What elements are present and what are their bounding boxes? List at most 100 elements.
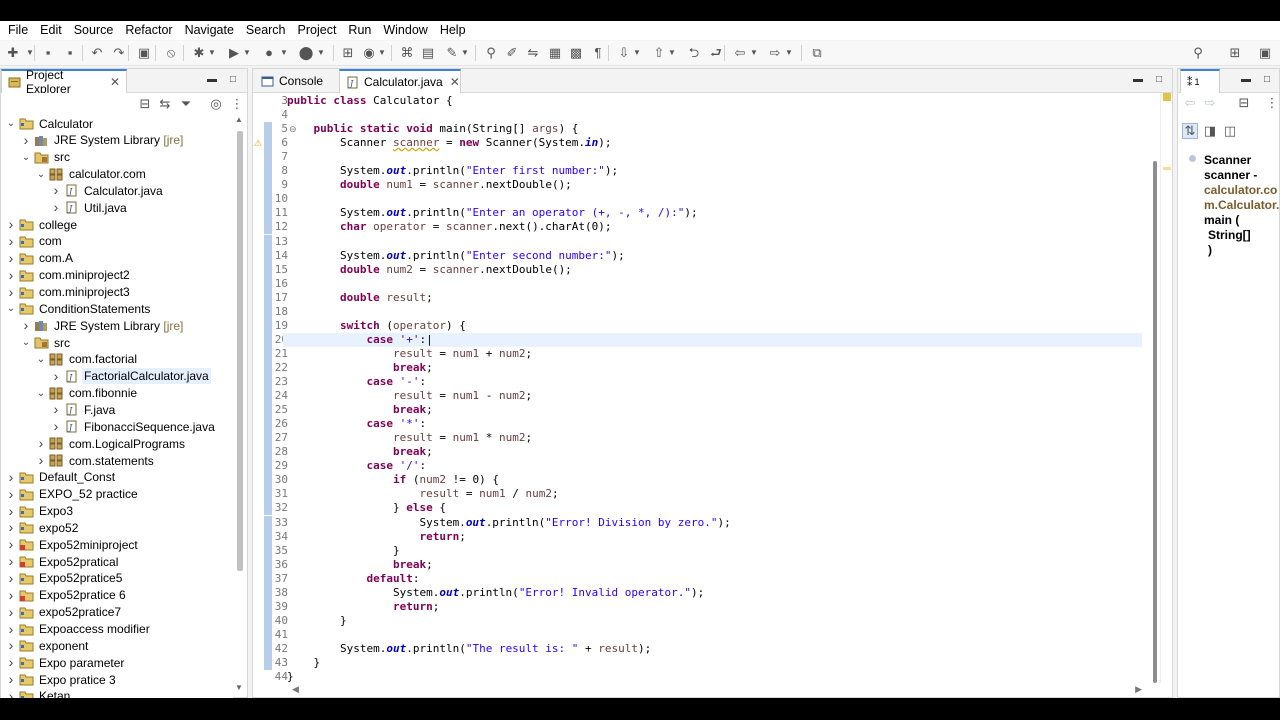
- code-line[interactable]: case '-':: [287, 375, 426, 389]
- editor-vertical-scrollbar[interactable]: [1153, 161, 1157, 683]
- code-line[interactable]: }: [287, 614, 347, 628]
- code-text[interactable]: public class Calculator { public static …: [283, 93, 1142, 683]
- code-line[interactable]: return;: [287, 600, 439, 614]
- chevron-right-icon[interactable]: ›: [20, 132, 32, 149]
- chevron-right-icon[interactable]: ›: [5, 519, 17, 536]
- chevron-down-icon[interactable]: ⌄: [20, 149, 32, 166]
- warning-icon[interactable]: ⚠: [254, 136, 262, 150]
- tree-item[interactable]: › J FactorialCalculator.java: [1, 368, 233, 385]
- open-type-icon[interactable]: ⌘: [399, 45, 415, 61]
- scroll-right-icon[interactable]: ▶: [1135, 684, 1142, 695]
- toggle-mark-icon[interactable]: ▩: [568, 45, 584, 61]
- tree-item[interactable]: › exponent: [1, 637, 233, 654]
- tree-item[interactable]: › expo52pratice7: [1, 604, 233, 621]
- code-line[interactable]: System.out.println("Error! Invalid opera…: [287, 586, 704, 600]
- tree-item[interactable]: › Expo52pratice5: [1, 570, 233, 587]
- tab-project-explorer[interactable]: Project Explorer ✕: [1, 68, 127, 96]
- search-icon[interactable]: ⚲: [1190, 45, 1206, 61]
- new-icon[interactable]: ✚: [5, 45, 21, 61]
- code-line[interactable]: return;: [287, 530, 465, 544]
- tree-item[interactable]: ⌄ com.factorial: [1, 351, 233, 368]
- tab-console[interactable]: Console: [255, 69, 335, 93]
- tree-item[interactable]: › college: [1, 216, 233, 233]
- code-line[interactable]: System.out.println("Enter first number:"…: [287, 164, 618, 178]
- close-icon[interactable]: ✕: [110, 75, 120, 89]
- tree-item[interactable]: › Expo52pratice 6: [1, 587, 233, 604]
- view-menu-icon[interactable]: ⋮: [1264, 95, 1280, 111]
- tree-item[interactable]: › JRE System Library [jre]: [1, 317, 233, 334]
- tree-item[interactable]: › J Calculator.java: [1, 182, 233, 199]
- menu-edit[interactable]: Edit: [34, 21, 68, 40]
- hide-fields-icon[interactable]: ◨: [1202, 123, 1218, 139]
- code-line[interactable]: char operator = scanner.next().charAt(0)…: [287, 220, 612, 234]
- chevron-down-icon[interactable]: ▼: [461, 48, 469, 58]
- highlight-icon[interactable]: ✐: [504, 45, 520, 61]
- tree-item[interactable]: › Expoaccess modifier: [1, 621, 233, 638]
- chevron-right-icon[interactable]: ›: [5, 553, 17, 570]
- code-line[interactable]: System.out.println("Error! Division by z…: [287, 516, 730, 530]
- block-selection-icon[interactable]: ⇋: [525, 45, 541, 61]
- tree-item[interactable]: › JRE System Library [jre]: [1, 132, 233, 149]
- chevron-right-icon[interactable]: ›: [5, 621, 17, 638]
- chevron-right-icon[interactable]: ›: [5, 587, 17, 604]
- maximize-icon[interactable]: □: [1261, 74, 1273, 86]
- chevron-down-icon[interactable]: ▼: [243, 48, 251, 58]
- chevron-right-icon[interactable]: ›: [5, 654, 17, 671]
- tree-item[interactable]: › J F.java: [1, 401, 233, 418]
- code-line[interactable]: double num1 = scanner.nextDouble();: [287, 178, 572, 192]
- focus-icon[interactable]: ◎: [208, 96, 224, 112]
- chevron-down-icon[interactable]: ⌄: [20, 334, 32, 351]
- code-line[interactable]: break;: [287, 403, 433, 417]
- chevron-down-icon[interactable]: ⌄: [5, 115, 17, 132]
- code-line[interactable]: System.out.println("Enter an operator (+…: [287, 206, 698, 220]
- tree-item[interactable]: ⌄ calculator.com: [1, 166, 233, 183]
- chevron-right-icon[interactable]: ›: [50, 418, 62, 435]
- tree-item[interactable]: › com.miniproject2: [1, 267, 233, 284]
- code-line[interactable]: if (num2 != 0) {: [287, 473, 499, 487]
- code-line[interactable]: public class Calculator {: [287, 94, 453, 108]
- tree-item[interactable]: › com.A: [1, 250, 233, 267]
- code-line[interactable]: double result;: [287, 291, 433, 305]
- forward-icon[interactable]: ⇨: [767, 45, 783, 61]
- code-line[interactable]: default:: [287, 572, 419, 586]
- project-tree-scrollbar[interactable]: ▲ ▼: [234, 115, 246, 697]
- code-line[interactable]: switch (operator) {: [287, 319, 466, 333]
- code-line[interactable]: break;: [287, 445, 433, 459]
- chevron-down-icon[interactable]: ▼: [750, 48, 758, 58]
- search-icon[interactable]: ✎: [444, 45, 460, 61]
- chevron-down-icon[interactable]: ⌄: [5, 300, 17, 317]
- code-line[interactable]: case '+':|: [283, 332, 1142, 347]
- tree-item[interactable]: › J FibonacciSequence.java: [1, 418, 233, 435]
- chevron-right-icon[interactable]: ›: [5, 604, 17, 621]
- redo-icon[interactable]: ↷: [111, 45, 127, 61]
- chevron-right-icon[interactable]: ›: [5, 503, 17, 520]
- code-line[interactable]: result = num1 + num2;: [287, 347, 532, 361]
- code-editor[interactable]: ⚠ 3 4 5 6 7 8 9 10 11 12 13 14 15 16 17 18 19 20 21 22 23 24 2…: [253, 93, 1172, 683]
- undo-icon[interactable]: ↶: [89, 45, 105, 61]
- back-icon[interactable]: ⇦: [732, 45, 748, 61]
- chevron-right-icon[interactable]: ›: [5, 536, 17, 553]
- chevron-right-icon[interactable]: ›: [5, 486, 17, 503]
- prev-annotation-icon[interactable]: ⇧: [651, 45, 667, 61]
- scroll-left-icon[interactable]: ◀: [292, 684, 299, 695]
- back-icon[interactable]: ⇦: [1182, 95, 1198, 111]
- menu-help[interactable]: Help: [434, 21, 472, 40]
- tree-item[interactable]: ⌄ ConditionStatements: [1, 300, 233, 317]
- chevron-down-icon[interactable]: ⌄: [35, 351, 47, 368]
- pin-editor-icon[interactable]: ⧉: [809, 45, 825, 61]
- code-line[interactable]: result = num1 * num2;: [287, 431, 532, 445]
- coverage-icon[interactable]: ●: [261, 45, 277, 61]
- chevron-down-icon[interactable]: ▼: [378, 48, 386, 58]
- menu-source[interactable]: Source: [68, 21, 120, 40]
- save-all-icon[interactable]: ▪: [62, 45, 78, 61]
- code-line[interactable]: public static void main(String[] args) {: [287, 122, 579, 136]
- tree-item[interactable]: ⌄ com.fibonnie: [1, 385, 233, 402]
- open-task-icon[interactable]: ▤: [420, 45, 436, 61]
- code-line[interactable]: case '/':: [287, 459, 426, 473]
- view-menu-icon[interactable]: ⋮: [229, 96, 245, 112]
- save-icon[interactable]: ▪: [40, 45, 56, 61]
- chevron-right-icon[interactable]: ›: [5, 637, 17, 654]
- filter-icon[interactable]: ⏷: [178, 96, 194, 112]
- forward-icon[interactable]: ⇨: [1202, 95, 1218, 111]
- show-whitespace-icon[interactable]: ¶: [590, 45, 606, 61]
